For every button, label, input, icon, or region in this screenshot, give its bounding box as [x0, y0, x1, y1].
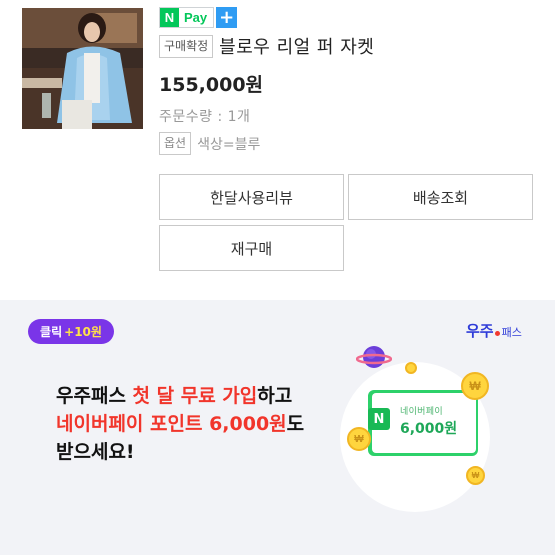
order-quantity: 주문수량 : 1개: [159, 109, 251, 125]
click-reward-badge: 클릭 +10원: [28, 319, 114, 344]
headline-text: 우주패스: [56, 385, 133, 407]
product-price: 155,000원: [159, 74, 264, 96]
product-title[interactable]: 블로우 리얼 퍼 자켓: [219, 33, 374, 59]
headline-text: 하고: [257, 385, 293, 407]
headline-highlight: 첫 달 무료 가입: [132, 385, 258, 407]
logo-sub-text: 패스: [501, 326, 522, 339]
product-photo: [22, 8, 143, 129]
logo-dot-icon: [494, 331, 500, 336]
npay-badge[interactable]: N Pay: [159, 7, 215, 28]
uju-pass-ad-banner[interactable]: 클릭 +10원 우주 패스 우주패스 첫 달 무료 가입하고 네이버페이 포인트…: [0, 300, 555, 555]
order-card: N Pay + 구매확정 블로우 리얼 퍼 자켓 155,000원 주문수량 :…: [0, 0, 555, 298]
planet-icon: [356, 346, 392, 368]
ad-headline: 우주패스 첫 달 무료 가입하고 네이버페이 포인트 6,000원도 받으세요!: [56, 382, 304, 466]
npay-label: Pay: [184, 10, 208, 25]
won-coin-icon: ₩: [466, 466, 485, 485]
headline-text: 도: [286, 413, 305, 435]
option-tag: 옵션: [159, 132, 192, 155]
option-row: 옵션 색상=블루: [159, 132, 260, 155]
track-shipping-button[interactable]: 배송조회: [348, 174, 533, 220]
won-coin-icon: ₩: [347, 427, 371, 451]
logo-main-text: 우주: [466, 322, 494, 340]
npay-plus-icon[interactable]: +: [216, 7, 238, 28]
headline-line-1: 우주패스 첫 달 무료 가입하고: [56, 382, 304, 410]
product-thumbnail[interactable]: [22, 8, 143, 129]
click-label: 클릭: [40, 325, 63, 339]
option-value: 색상=블루: [197, 136, 261, 153]
npay-card-amount: 6,000원: [400, 421, 458, 437]
monthly-review-button[interactable]: 한달사용리뷰: [159, 174, 344, 220]
order-status-tag: 구매확정: [159, 34, 214, 58]
headline-line-3: 받으세요!: [56, 441, 135, 463]
naver-pay-n-icon: N: [368, 408, 390, 430]
click-points: +10원: [64, 325, 102, 339]
won-coin-icon: [405, 362, 417, 374]
npay-card-label: 네이버페이: [400, 407, 443, 417]
headline-highlight: 네이버페이 포인트 6,000원: [56, 413, 287, 435]
npay-badges: N Pay +: [159, 7, 238, 28]
headline-line-2: 네이버페이 포인트 6,000원도: [56, 410, 304, 438]
title-row: 구매확정 블로우 리얼 퍼 자켓: [159, 33, 374, 59]
naver-n-icon: N: [160, 8, 179, 27]
won-coin-icon: ₩: [461, 372, 489, 400]
uju-pass-logo: 우주 패스: [466, 320, 522, 341]
rebuy-button[interactable]: 재구매: [159, 225, 344, 271]
